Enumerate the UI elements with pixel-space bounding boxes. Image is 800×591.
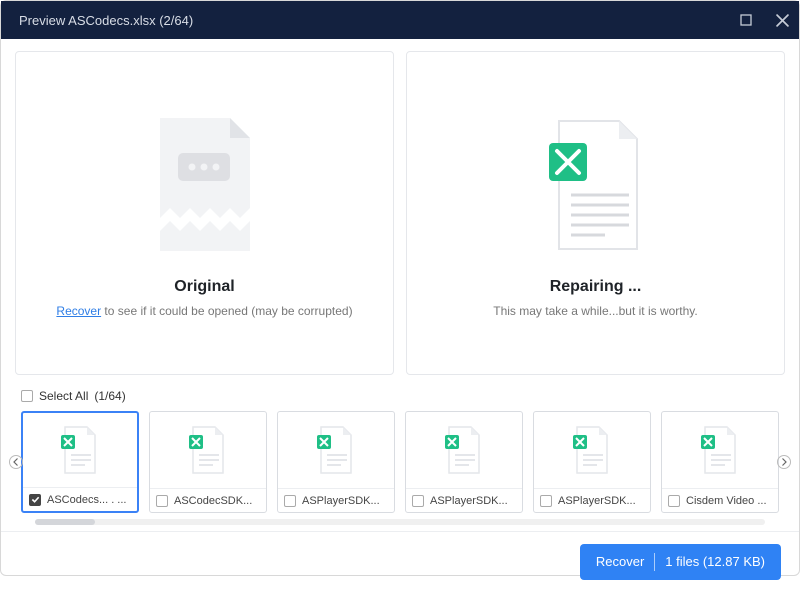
thumbnail-footer: ASPlayerSDK...: [406, 488, 522, 512]
file-strip-section: Select All (1/64) ASCodecs... . ... ASCo…: [1, 379, 799, 525]
original-title: Original: [174, 278, 234, 296]
file-thumbnail[interactable]: ASCodecs... . ...: [21, 411, 139, 513]
file-thumbnail[interactable]: ASCodecSDK...: [149, 411, 267, 513]
thumbnail-label: Cisdem Video ...: [686, 495, 767, 507]
original-sub-rest: to see if it could be opened (may be cor…: [101, 304, 352, 318]
recover-button[interactable]: Recover 1 files (12.87 KB): [580, 544, 781, 580]
thumbnail-label: ASPlayerSDK...: [430, 495, 508, 507]
excel-file-icon: [406, 412, 522, 488]
bottom-bar: Recover 1 files (12.87 KB): [1, 531, 799, 591]
button-divider: [654, 553, 655, 571]
select-all-row[interactable]: Select All (1/64): [15, 385, 785, 407]
title-counter: (2/64): [159, 13, 193, 28]
repairing-title: Repairing ...: [550, 278, 642, 296]
preview-area: Original Recover to see if it could be o…: [1, 39, 799, 379]
horizontal-scrollbar[interactable]: [35, 519, 765, 525]
thumbnail-footer: ASPlayerSDK...: [534, 488, 650, 512]
select-all-checkbox[interactable]: [21, 390, 33, 402]
thumbnail-footer: ASCodecSDK...: [150, 488, 266, 512]
maximize-button[interactable]: [739, 13, 753, 27]
scroll-right-button[interactable]: [777, 455, 791, 469]
file-thumbnail[interactable]: ASPlayerSDK...: [277, 411, 395, 513]
window-title: Preview ASCodecs.xlsx (2/64): [19, 13, 739, 28]
thumbnail-checkbox[interactable]: [540, 495, 552, 507]
close-button[interactable]: [775, 13, 789, 27]
recover-link[interactable]: Recover: [56, 304, 101, 318]
window-controls: [739, 13, 789, 27]
excel-file-icon: [278, 412, 394, 488]
select-all-label: Select All: [39, 389, 88, 403]
file-thumbnail[interactable]: ASPlayerSDK...: [405, 411, 523, 513]
thumbnail-checkbox[interactable]: [668, 495, 680, 507]
scroll-left-button[interactable]: [9, 455, 23, 469]
thumbnails: ASCodecs... . ... ASCodecSDK... ASPlayer…: [15, 411, 785, 513]
recover-button-label: Recover: [596, 554, 644, 569]
titlebar: Preview ASCodecs.xlsx (2/64): [1, 1, 799, 39]
repairing-panel: Repairing ... This may take a while...bu…: [406, 51, 785, 375]
repairing-subtitle: This may take a while...but it is worthy…: [493, 304, 698, 318]
thumbnail-footer: Cisdem Video ...: [662, 488, 778, 512]
thumbnail-label: ASPlayerSDK...: [558, 495, 636, 507]
scrollbar-handle[interactable]: [35, 519, 95, 525]
select-all-count: (1/64): [94, 389, 125, 403]
thumbnail-label: ASCodecSDK...: [174, 495, 252, 507]
thumbnail-checkbox[interactable]: [29, 494, 41, 506]
original-panel: Original Recover to see if it could be o…: [15, 51, 394, 375]
excel-file-icon: [534, 412, 650, 488]
recover-button-info: 1 files (12.87 KB): [665, 554, 765, 569]
thumbnail-checkbox[interactable]: [284, 495, 296, 507]
file-thumbnail[interactable]: Cisdem Video ...: [661, 411, 779, 513]
excel-file-icon: [23, 413, 137, 487]
thumbnail-label: ASPlayerSDK...: [302, 495, 380, 507]
thumbnail-checkbox[interactable]: [412, 495, 424, 507]
thumbnail-checkbox[interactable]: [156, 495, 168, 507]
thumbnail-label: ASCodecs... . ...: [47, 494, 126, 506]
thumbnail-footer: ASPlayerSDK...: [278, 488, 394, 512]
excel-file-icon: [531, 108, 661, 268]
title-filename: ASCodecs.xlsx: [68, 13, 155, 28]
file-thumbnail[interactable]: ASPlayerSDK...: [533, 411, 651, 513]
thumbnail-footer: ASCodecs... . ...: [23, 487, 137, 511]
thumbnail-strip: ASCodecs... . ... ASCodecSDK... ASPlayer…: [15, 407, 785, 519]
excel-file-icon: [150, 412, 266, 488]
excel-file-icon: [662, 412, 778, 488]
original-subtitle: Recover to see if it could be opened (ma…: [56, 304, 352, 318]
broken-file-icon: [140, 108, 270, 268]
title-prefix: Preview: [19, 13, 65, 28]
